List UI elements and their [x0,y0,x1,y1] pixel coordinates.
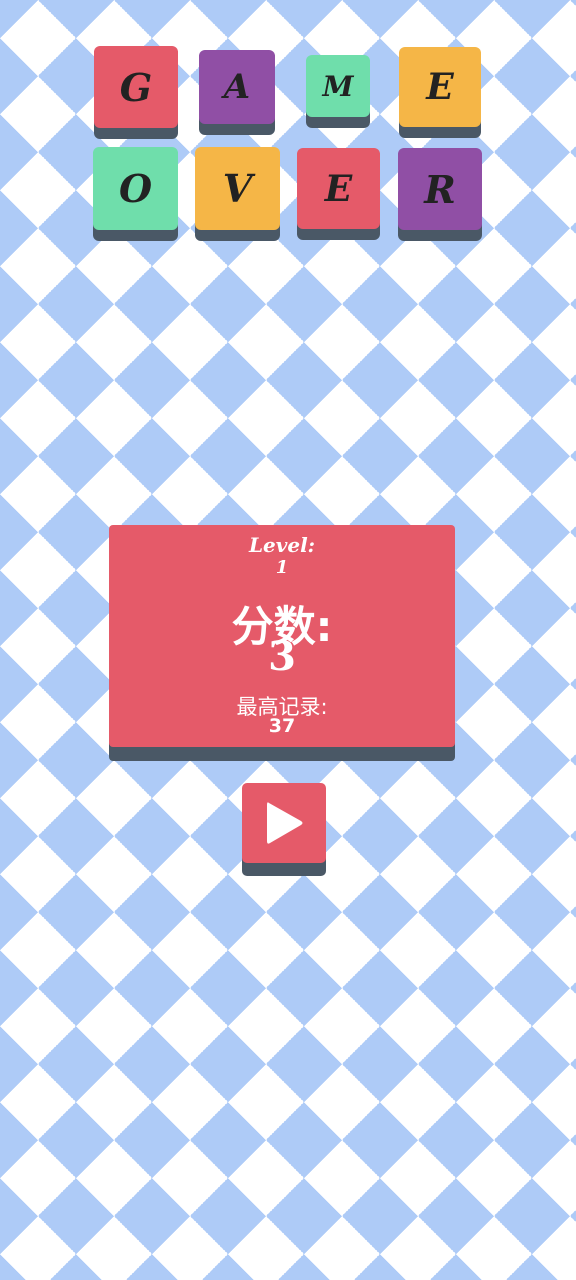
tile-letter: V [222,166,253,211]
tile-letter: E [324,167,353,210]
tile-letter: M [322,69,354,103]
title-tile-o: O [93,147,178,230]
level-value: 1 [275,557,289,578]
level-label: Level: [248,533,316,557]
title-tile-m: M [306,55,370,117]
tile-letter: E [426,66,454,108]
title-tile-v: V [195,147,280,230]
tile-letter: A [223,67,251,107]
result-panel: Level: 1 分数: 3 最高记录: 37 [109,525,455,747]
title-tile-e: E [399,47,481,127]
title-tile-g: G [94,46,178,128]
score-value: 3 [268,633,296,680]
best-score-value: 37 [268,715,296,737]
tile-letter: O [118,166,153,211]
play-button[interactable] [242,783,326,863]
play-icon [267,802,303,844]
title-tile-r: R [398,148,482,230]
tile-letter: G [119,64,153,110]
title-tile-e2: E [297,148,380,229]
tile-letter: R [424,166,456,212]
title-tile-a: A [199,50,275,124]
